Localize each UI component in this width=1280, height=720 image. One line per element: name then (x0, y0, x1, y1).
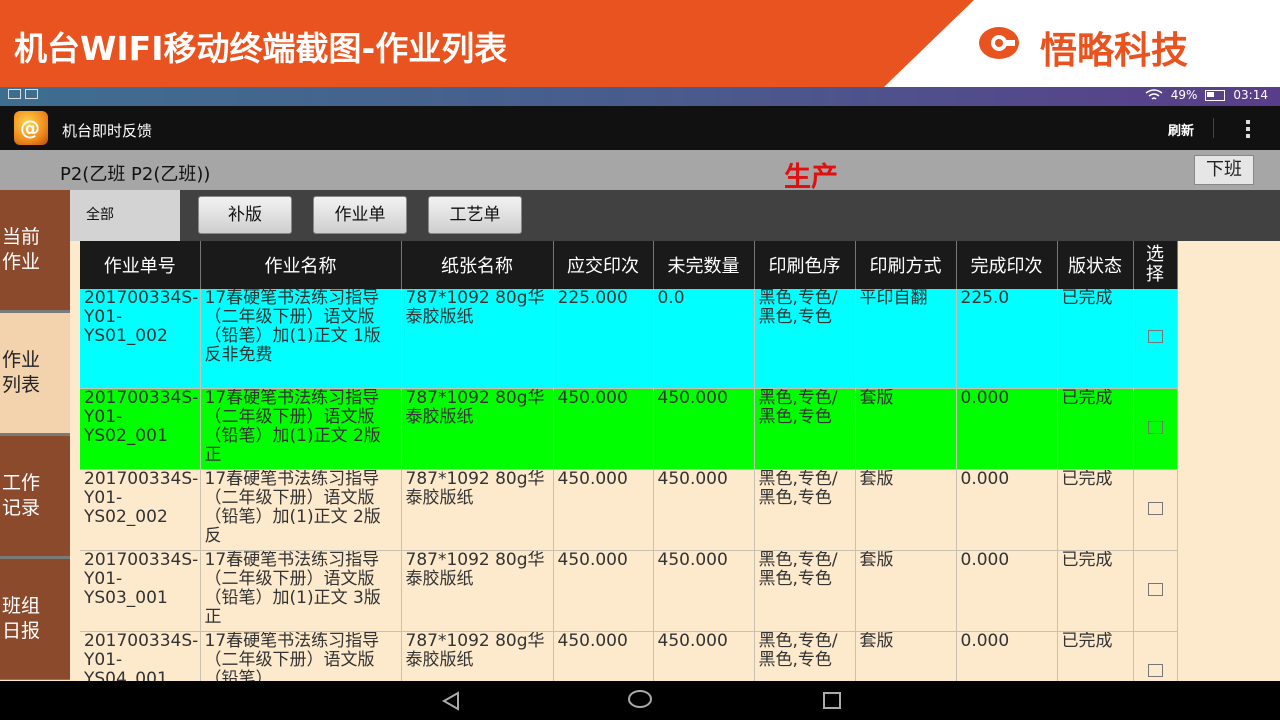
sidebar-item-job-list[interactable]: 作业列表 (0, 313, 70, 433)
print-method-cell: 套版 (855, 469, 957, 551)
done-impressions-cell: 0.000 (956, 469, 1058, 551)
sidebar-item-label: 作业列表 (2, 349, 41, 396)
due-impressions-cell: 450.000 (553, 550, 654, 632)
select-checkbox[interactable] (1147, 501, 1163, 515)
column-header: 完成印次 (956, 241, 1058, 289)
remaining-cell: 450.000 (653, 388, 755, 470)
select-checkbox[interactable] (1147, 582, 1163, 596)
due-impressions-cell: 225.000 (553, 289, 654, 389)
sidebar-item-label: 当前作业 (2, 226, 41, 273)
color-sequence-cell: 黑色,专色/黑色,专色 (754, 289, 856, 389)
plate-status-cell: 已完成 (1057, 550, 1134, 632)
color-sequence-cell: 黑色,专色/黑色,专色 (754, 469, 856, 551)
job-name-cell: 17春硬笔书法练习指导（二年级下册）语文版（铅笔）加(1)正文 2版反 (200, 469, 402, 551)
battery-percent: 49% (1170, 88, 1198, 102)
print-method-cell: 套版 (855, 388, 957, 470)
back-icon[interactable] (441, 691, 461, 711)
column-header: 作业单号 (80, 241, 201, 289)
brand-name: 悟略科技 (1040, 29, 1188, 72)
column-header: 纸张名称 (401, 241, 554, 289)
done-impressions-cell: 0.000 (956, 388, 1058, 470)
sidebar-item-label: 工作记录 (2, 472, 41, 519)
paper-cell: 787*1092 80g华泰胶版纸 (401, 469, 554, 551)
production-status: 生产 (784, 162, 838, 193)
paper-cell: 787*1092 80g华泰胶版纸 (401, 388, 554, 470)
shift-bar: P2(乙班 P2(乙班)) 生产 下班 (0, 150, 1280, 193)
banner-title: 机台WIFI移动终端截图-作业列表 (14, 29, 508, 68)
job-no-cell: 201700334S-Y01-YS02_001 (80, 388, 201, 470)
title-banner: 机台WIFI移动终端截图-作业列表 悟略科技 (0, 0, 1280, 87)
sidebar-item-label: 班组日报 (2, 595, 41, 642)
job-name-cell: 17春硬笔书法练习指导（二年级下册）语文版（铅笔）加(1)正文 3版正 (200, 550, 402, 632)
system-nav-bar (0, 681, 1280, 720)
remaining-cell: 0.0 (653, 289, 755, 389)
screenshot-icon (8, 89, 21, 99)
color-sequence-cell: 黑色,专色/黑色,专色 (754, 550, 856, 632)
tab-all[interactable]: 全部 (70, 190, 180, 241)
table-row[interactable]: 201700334S-Y01-YS03_001 17春硬笔书法练习指导（二年级下… (80, 550, 1178, 632)
column-header: 印刷方式 (855, 241, 957, 289)
column-header: 应交印次 (553, 241, 654, 289)
table-row[interactable]: 201700334S-Y01-YS02_001 17春硬笔书法练习指导（二年级下… (80, 388, 1178, 470)
paper-cell: 787*1092 80g华泰胶版纸 (401, 550, 554, 632)
select-checkbox[interactable] (1147, 420, 1163, 434)
sidebar-item-work-records[interactable]: 工作记录 (0, 436, 70, 556)
column-header: 选择 (1133, 241, 1178, 289)
sidebar: 当前作业 作业列表 工作记录 班组日报 (0, 190, 70, 680)
job-table: 作业单号 作业名称 纸张名称 应交印次 未完数量 印刷色序 印刷方式 完成印次 … (80, 241, 1178, 713)
table-header: 作业单号 作业名称 纸张名称 应交印次 未完数量 印刷色序 印刷方式 完成印次 … (80, 241, 1178, 289)
reprint-plate-button[interactable]: 补版 (198, 196, 292, 234)
job-sheet-button[interactable]: 作业单 (313, 196, 407, 234)
column-header: 印刷色序 (754, 241, 856, 289)
color-sequence-cell: 黑色,专色/黑色,专色 (754, 388, 856, 470)
done-impressions-cell: 0.000 (956, 550, 1058, 632)
print-method-cell: 套版 (855, 550, 957, 632)
select-checkbox[interactable] (1147, 663, 1163, 677)
remaining-cell: 450.000 (653, 550, 755, 632)
paper-cell: 787*1092 80g华泰胶版纸 (401, 289, 554, 389)
job-name-cell: 17春硬笔书法练习指导（二年级下册）语文版（铅笔）加(1)正文 2版正 (200, 388, 402, 470)
job-no-cell: 201700334S-Y01-YS02_002 (80, 469, 201, 551)
divider (1213, 118, 1214, 138)
home-icon[interactable] (628, 690, 652, 708)
app-logo-icon: @ (14, 111, 48, 145)
print-method-cell: 平印自翻 (855, 289, 957, 389)
remaining-cell: 450.000 (653, 469, 755, 551)
clock: 03:14 (1233, 88, 1268, 102)
brand-logo-icon (979, 27, 1019, 59)
off-duty-button[interactable]: 下班 (1194, 155, 1254, 185)
select-checkbox[interactable] (1147, 330, 1163, 343)
overflow-menu-icon[interactable] (1240, 120, 1256, 138)
shift-name: P2(乙班 P2(乙班)) (60, 164, 211, 185)
select-cell (1133, 469, 1178, 551)
refresh-button[interactable]: 刷新 (1168, 120, 1194, 139)
table-row[interactable]: 201700334S-Y01-YS01_002 17春硬笔书法练习指导（二年级下… (80, 289, 1178, 389)
column-header: 未完数量 (653, 241, 755, 289)
column-header: 版状态 (1057, 241, 1134, 289)
plate-status-cell: 已完成 (1057, 469, 1134, 551)
wifi-icon (1145, 89, 1163, 100)
status-bar: 49% 03:14 (0, 87, 1280, 106)
keyboard-icon (25, 89, 38, 99)
job-no-cell: 201700334S-Y01-YS03_001 (80, 550, 201, 632)
plate-status-cell: 已完成 (1057, 388, 1134, 470)
job-no-cell: 201700334S-Y01-YS01_002 (80, 289, 201, 389)
table-row[interactable]: 201700334S-Y01-YS02_002 17春硬笔书法练习指导（二年级下… (80, 469, 1178, 551)
app-title: 机台即时反馈 (62, 122, 153, 140)
due-impressions-cell: 450.000 (553, 469, 654, 551)
select-cell (1133, 550, 1178, 632)
done-impressions-cell: 225.0 (956, 289, 1058, 389)
action-bar: @ 机台即时反馈 刷新 (0, 106, 1280, 150)
due-impressions-cell: 450.000 (553, 388, 654, 470)
recent-apps-icon[interactable] (823, 692, 841, 709)
select-cell (1133, 388, 1178, 470)
plate-status-cell: 已完成 (1057, 289, 1134, 389)
sidebar-item-current-job[interactable]: 当前作业 (0, 190, 70, 310)
column-header: 作业名称 (200, 241, 402, 289)
job-name-cell: 17春硬笔书法练习指导（二年级下册）语文版（铅笔）加(1)正文 1版反非免费 (200, 289, 402, 389)
sidebar-item-daily-report[interactable]: 班组日报 (0, 559, 70, 679)
select-cell (1133, 289, 1178, 389)
process-sheet-button[interactable]: 工艺单 (428, 196, 522, 234)
battery-icon (1205, 89, 1226, 101)
